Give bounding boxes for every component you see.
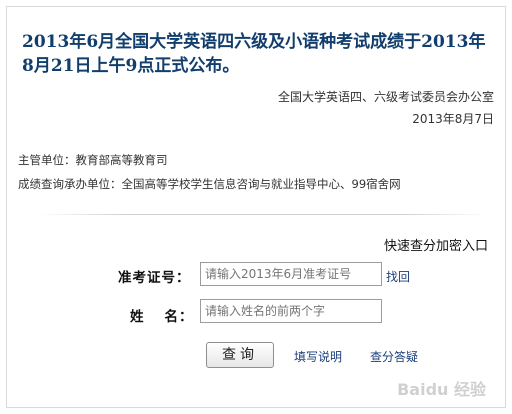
undertaker-line: 成绩查询承办单位：全国高等学校学生信息咨询与就业指导中心、99宿舍网 — [18, 177, 401, 191]
name-label-first: 姓 — [130, 309, 145, 325]
fill-instructions-link[interactable]: 填写说明 — [294, 348, 342, 365]
query-button[interactable]: 查询 — [206, 342, 274, 368]
ticket-label: 准考证号： — [118, 270, 191, 286]
section-divider — [38, 214, 488, 215]
baidu-watermark: Baidu 经验 — [397, 380, 486, 399]
retrieve-ticket-link[interactable]: 找回 — [386, 268, 410, 285]
issuer-line: 全国大学英语四、六级考试委员会办公室 — [277, 90, 494, 104]
supervisor-line: 主管单位：教育部高等教育司 — [18, 153, 168, 167]
issue-date: 2013年8月7日 — [412, 112, 494, 126]
query-faq-link[interactable]: 查分答疑 — [370, 348, 418, 365]
quick-query-link[interactable]: 快速查分加密入口 — [384, 235, 488, 254]
name-label-second: 名： — [164, 309, 194, 325]
ticket-number-input[interactable] — [200, 262, 382, 286]
name-input[interactable] — [200, 299, 382, 323]
notice-headline: 2013年6月全国大学英语四六级及小语种考试成绩于2013年8月21日上午9点正… — [22, 32, 486, 76]
name-label: 姓 名： — [130, 305, 194, 325]
